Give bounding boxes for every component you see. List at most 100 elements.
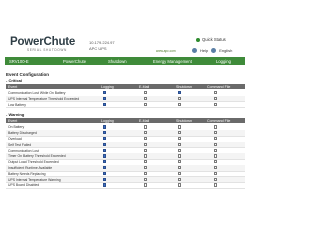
column-header-shutdown: Shutdown: [176, 119, 192, 124]
shutdown-checkbox[interactable]: [178, 154, 182, 158]
event-label: Output Load Threshold Exceeded: [8, 160, 59, 165]
logging-checkbox[interactable]: [103, 177, 107, 181]
shutdown-checkbox[interactable]: [178, 137, 182, 141]
command-file-checkbox[interactable]: [214, 142, 218, 146]
table-header: Event Logging E-Mail Shutdown Command File: [6, 84, 245, 89]
command-file-checkbox[interactable]: [214, 177, 218, 181]
email-checkbox[interactable]: [144, 131, 148, 135]
command-file-checkbox[interactable]: [214, 154, 218, 158]
device-ip: 10.179.224.97: [89, 40, 115, 45]
nav-item-energy-management[interactable]: Energy Management: [153, 59, 192, 64]
email-checkbox[interactable]: [144, 160, 148, 164]
column-header-command-file: Command File: [207, 84, 231, 89]
header: PowerChute SERIAL SHUTDOWN 10.179.224.97…: [0, 0, 250, 57]
warning-section-title: - Warning: [6, 112, 25, 118]
shutdown-checkbox[interactable]: [178, 91, 182, 95]
logging-checkbox[interactable]: [103, 96, 107, 100]
command-file-checkbox[interactable]: [214, 183, 218, 187]
command-file-checkbox[interactable]: [214, 131, 218, 135]
event-label: Communication Lost: [8, 148, 39, 153]
header-links: Help English: [192, 48, 232, 53]
email-checkbox[interactable]: [144, 142, 148, 146]
logging-checkbox[interactable]: [103, 160, 107, 164]
command-file-checkbox[interactable]: [214, 125, 218, 129]
table-header: Event Logging E-Mail Shutdown Command File: [6, 118, 245, 124]
column-header-logging: Logging: [101, 119, 114, 124]
event-label: UPS Internal Temperature Threshold Excee…: [8, 96, 80, 101]
logging-checkbox[interactable]: [103, 166, 107, 170]
event-label: Communication Lost While On Battery: [8, 91, 66, 95]
shutdown-checkbox[interactable]: [178, 177, 182, 181]
column-header-logging: Logging: [101, 84, 114, 89]
shutdown-checkbox[interactable]: [178, 166, 182, 170]
command-file-checkbox[interactable]: [214, 96, 218, 100]
event-label: Low Battery: [8, 102, 26, 107]
logo-subtitle: SERIAL SHUTDOWN: [27, 48, 67, 52]
command-file-checkbox[interactable]: [214, 91, 218, 95]
shutdown-checkbox[interactable]: [178, 142, 182, 146]
shutdown-checkbox[interactable]: [178, 131, 182, 135]
critical-section-title: - Critical: [6, 78, 23, 83]
logging-checkbox[interactable]: [103, 102, 107, 106]
command-file-checkbox[interactable]: [214, 148, 218, 152]
event-label: Insufficient Runtime Available: [8, 166, 53, 170]
logging-checkbox[interactable]: [103, 154, 107, 158]
email-checkbox[interactable]: [144, 102, 148, 106]
nav-item-shutdown[interactable]: Shutdown: [108, 59, 127, 64]
command-file-checkbox[interactable]: [214, 137, 218, 141]
logging-checkbox[interactable]: [103, 125, 107, 129]
email-checkbox[interactable]: [144, 171, 148, 175]
nav-item-powerchute[interactable]: PowerChute: [63, 59, 86, 64]
email-checkbox[interactable]: [144, 154, 148, 158]
column-header-event: Event: [8, 84, 18, 89]
command-file-checkbox[interactable]: [214, 166, 218, 170]
email-checkbox[interactable]: [144, 137, 148, 141]
logging-checkbox[interactable]: [103, 171, 107, 175]
email-checkbox[interactable]: [144, 96, 148, 100]
shutdown-checkbox[interactable]: [178, 96, 182, 100]
logging-checkbox[interactable]: [103, 183, 107, 187]
shutdown-checkbox[interactable]: [178, 160, 182, 164]
email-checkbox[interactable]: [144, 177, 148, 181]
status-ok-icon: [196, 37, 200, 42]
email-checkbox[interactable]: [144, 125, 148, 129]
shutdown-checkbox[interactable]: [178, 183, 182, 187]
page-title: Event Configuration: [6, 72, 49, 77]
logging-checkbox[interactable]: [103, 142, 107, 146]
command-file-checkbox[interactable]: [214, 160, 218, 164]
apc-link[interactable]: www.apc.com: [156, 49, 176, 53]
email-checkbox[interactable]: [144, 91, 148, 95]
column-header-command-file: Command File: [207, 119, 231, 124]
logging-checkbox[interactable]: [103, 131, 107, 135]
column-header-shutdown: Shutdown: [176, 84, 192, 89]
language-link[interactable]: English: [219, 48, 232, 53]
nav-item-logging[interactable]: Logging: [216, 59, 231, 64]
shutdown-checkbox[interactable]: [178, 171, 182, 175]
command-file-checkbox[interactable]: [214, 102, 218, 106]
app-logo: PowerChute: [10, 36, 76, 48]
quick-status[interactable]: Quick Status: [196, 37, 226, 44]
logging-checkbox[interactable]: [103, 91, 107, 95]
main-nav: SRV100-E PowerChute Shutdown Energy Mana…: [5, 57, 245, 65]
shutdown-checkbox[interactable]: [178, 125, 182, 129]
logging-checkbox[interactable]: [103, 148, 107, 152]
table-row: Low Battery: [6, 102, 245, 109]
nav-item-device[interactable]: SRV100-E: [9, 59, 29, 64]
email-checkbox[interactable]: [144, 148, 148, 152]
email-checkbox[interactable]: [144, 166, 148, 170]
shutdown-checkbox[interactable]: [178, 102, 182, 106]
column-header-e-mail: E-Mail: [139, 84, 150, 89]
column-header-event: Event: [8, 119, 18, 124]
command-file-checkbox[interactable]: [214, 171, 218, 175]
event-label: Battery Needs Replacing: [8, 171, 46, 176]
event-label: UPS Internal Temperature Warning: [8, 177, 61, 182]
event-label: Overload: [8, 137, 22, 141]
help-link[interactable]: Help: [200, 48, 208, 53]
language-icon: [211, 48, 217, 53]
shutdown-checkbox[interactable]: [178, 148, 182, 152]
help-icon[interactable]: [192, 48, 197, 53]
logging-checkbox[interactable]: [103, 137, 107, 141]
email-checkbox[interactable]: [144, 183, 148, 187]
event-label: Battery Discharged: [8, 131, 37, 136]
event-label: On Battery: [8, 125, 25, 130]
